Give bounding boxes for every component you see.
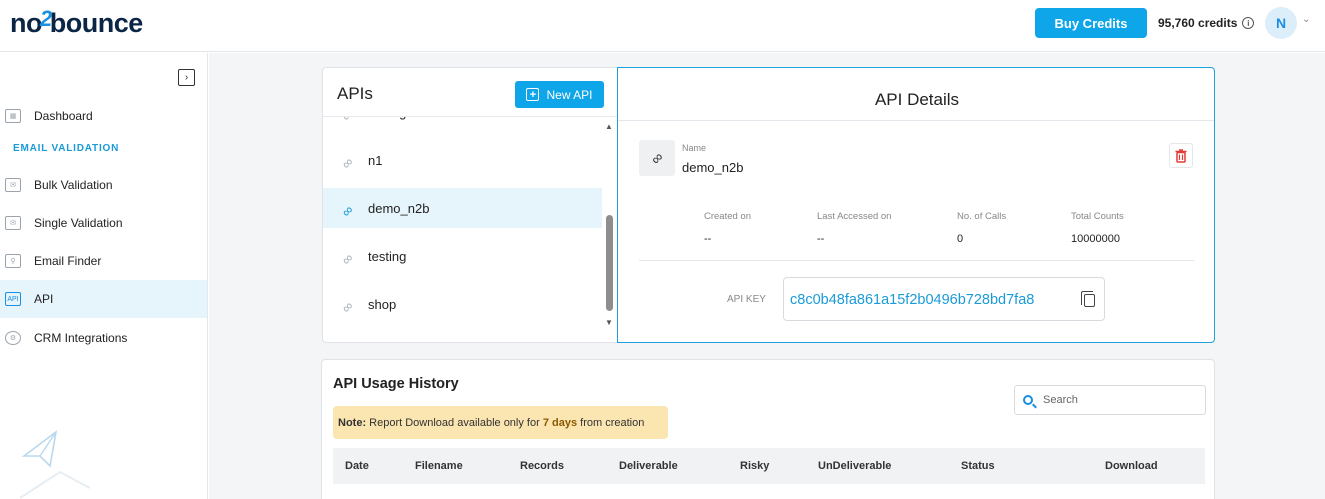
credits-count: 95,760 credits <box>1158 16 1238 30</box>
paper-plane-icon <box>20 430 90 499</box>
link-icon: ∞ <box>338 117 362 124</box>
sidebar-item-label: Bulk Validation <box>34 178 113 192</box>
new-api-button[interactable]: + New API <box>515 81 604 108</box>
api-icon: API <box>5 292 21 306</box>
column-header-records[interactable]: Records <box>520 460 564 472</box>
column-header-status[interactable]: Status <box>961 460 995 472</box>
api-key-value: c8c0b48fa861a15f2b0496b728bd7fa8 <box>790 292 1035 308</box>
usage-title: API Usage History <box>333 376 459 392</box>
sidebar-item-email-finder[interactable]: ⚲ Email Finder <box>0 242 207 280</box>
dashboard-icon: ▦ <box>5 109 21 123</box>
sidebar-item-dashboard[interactable]: ▦ Dashboard <box>0 97 207 135</box>
stat-label-last-accessed: Last Accessed on <box>817 211 892 222</box>
column-header-date[interactable]: Date <box>345 460 369 472</box>
api-item-label: demo_n2b <box>368 200 430 216</box>
sidebar-item-crm-integrations[interactable]: ⚙ CRM Integrations <box>0 319 207 357</box>
search-icon <box>1023 395 1033 405</box>
search-placeholder: Search <box>1043 394 1078 406</box>
link-icon: ∞ <box>337 201 357 221</box>
list-item[interactable]: ∞ testing <box>323 236 602 276</box>
note-highlight: 7 days <box>542 416 578 429</box>
api-item-label: testing <box>368 117 406 120</box>
divider <box>639 260 1194 261</box>
sidebar-item-label: CRM Integrations <box>34 331 128 345</box>
sidebar-item-label: Single Validation <box>34 216 123 230</box>
scrollbar[interactable]: ▲ ▼ <box>605 122 613 328</box>
sidebar-item-bulk-validation[interactable]: ✉ Bulk Validation <box>0 166 207 204</box>
sidebar: › ▦ Dashboard EMAIL VALIDATION ✉ Bulk Va… <box>0 53 208 499</box>
api-details-panel: API Details ∞ Name demo_n2b Created on -… <box>617 67 1215 343</box>
table-header: Date Filename Records Deliverable Risky … <box>333 448 1205 484</box>
list-item[interactable]: ∞ shop <box>323 284 602 324</box>
sidebar-item-single-validation[interactable]: ✉ Single Validation <box>0 204 207 242</box>
avatar[interactable]: N <box>1265 7 1297 39</box>
list-item-selected[interactable]: ∞ demo_n2b <box>323 188 602 228</box>
apis-title: APIs <box>337 84 373 103</box>
logo[interactable]: no2bounce <box>10 6 144 39</box>
stat-value-total-counts: 10000000 <box>1071 233 1120 245</box>
new-api-label: New API <box>546 87 593 102</box>
mail-icon: ✉ <box>5 216 21 230</box>
top-header: no2bounce Buy Credits 95,760 credits i N… <box>0 0 1325 52</box>
details-title: API Details <box>874 90 960 109</box>
sidebar-item-label: API <box>34 292 54 306</box>
sidebar-item-api[interactable]: API API <box>0 280 207 318</box>
divider <box>618 120 1214 121</box>
column-header-download[interactable]: Download <box>1105 460 1158 472</box>
link-icon: ∞ <box>639 140 675 176</box>
section-label-email-validation: EMAIL VALIDATION <box>13 143 120 154</box>
api-item-label: testing <box>368 248 407 264</box>
note-text-2: from creation <box>577 416 645 429</box>
buy-credits-button[interactable]: Buy Credits <box>1035 8 1147 38</box>
info-icon[interactable]: i <box>1242 17 1255 29</box>
stat-value-calls: 0 <box>957 233 964 245</box>
link-icon: ∞ <box>337 249 357 269</box>
note-banner: Note: Report Download available only for… <box>333 406 668 439</box>
collapse-sidebar-icon[interactable]: › <box>178 69 195 86</box>
copy-icon[interactable] <box>1081 291 1095 307</box>
list-item[interactable]: ∞ testing <box>323 117 602 132</box>
stat-value-created-on: -- <box>704 233 712 245</box>
api-usage-history-panel: API Usage History Search Note: Report Do… <box>321 359 1215 499</box>
sidebar-item-label: Dashboard <box>34 109 93 123</box>
column-header-filename[interactable]: Filename <box>415 460 463 472</box>
link-icon: ∞ <box>337 153 357 173</box>
scroll-down-arrow-icon[interactable]: ▼ <box>605 318 613 327</box>
api-key-label: API KEY <box>727 294 766 305</box>
note-prefix: Note: <box>338 416 367 429</box>
api-item-label: n1 <box>368 152 383 168</box>
column-header-deliverable[interactable]: Deliverable <box>619 460 678 472</box>
sidebar-item-label: Email Finder <box>34 254 102 268</box>
stat-label-calls: No. of Calls <box>957 211 1007 222</box>
api-list: ∞ testing ∞ n1 ∞ demo_n2b ∞ testing ∞ sh… <box>323 117 603 342</box>
column-header-undeliverable[interactable]: UnDeliverable <box>818 460 891 472</box>
logo-text-post: bounce <box>49 8 144 38</box>
api-item-label: shop <box>368 296 397 312</box>
email-finder-icon: ⚲ <box>5 254 21 268</box>
apis-panel: APIs + New API ∞ testing ∞ n1 ∞ demo_n2b… <box>322 67 618 343</box>
api-key-field[interactable]: c8c0b48fa861a15f2b0496b728bd7fa8 <box>783 277 1105 321</box>
note-text-1: Report Download available only for <box>366 416 543 429</box>
trash-icon <box>1175 148 1187 163</box>
delete-api-button[interactable] <box>1169 143 1193 168</box>
scrollbar-thumb[interactable] <box>606 215 613 311</box>
logo-text-mid: 2 <box>40 6 52 31</box>
name-label: Name <box>682 143 707 153</box>
logo-text-pre: no <box>10 8 43 38</box>
search-input[interactable]: Search <box>1014 385 1206 415</box>
plus-icon: + <box>526 88 540 101</box>
bulk-validation-icon: ✉ <box>5 178 21 192</box>
list-item[interactable]: ∞ n1 <box>323 140 602 180</box>
crm-icon: ⚙ <box>5 331 21 345</box>
link-icon: ∞ <box>337 297 357 317</box>
chevron-down-icon[interactable]: ⌄ <box>1302 14 1310 25</box>
credits-display: 95,760 credits i <box>1158 16 1255 30</box>
stat-label-created-on: Created on <box>704 211 752 222</box>
stat-value-last-accessed: -- <box>817 233 825 245</box>
name-value: demo_n2b <box>682 160 744 175</box>
column-header-risky[interactable]: Risky <box>740 460 769 472</box>
stat-label-total-counts: Total Counts <box>1071 211 1124 222</box>
scroll-up-arrow-icon[interactable]: ▲ <box>605 122 613 131</box>
